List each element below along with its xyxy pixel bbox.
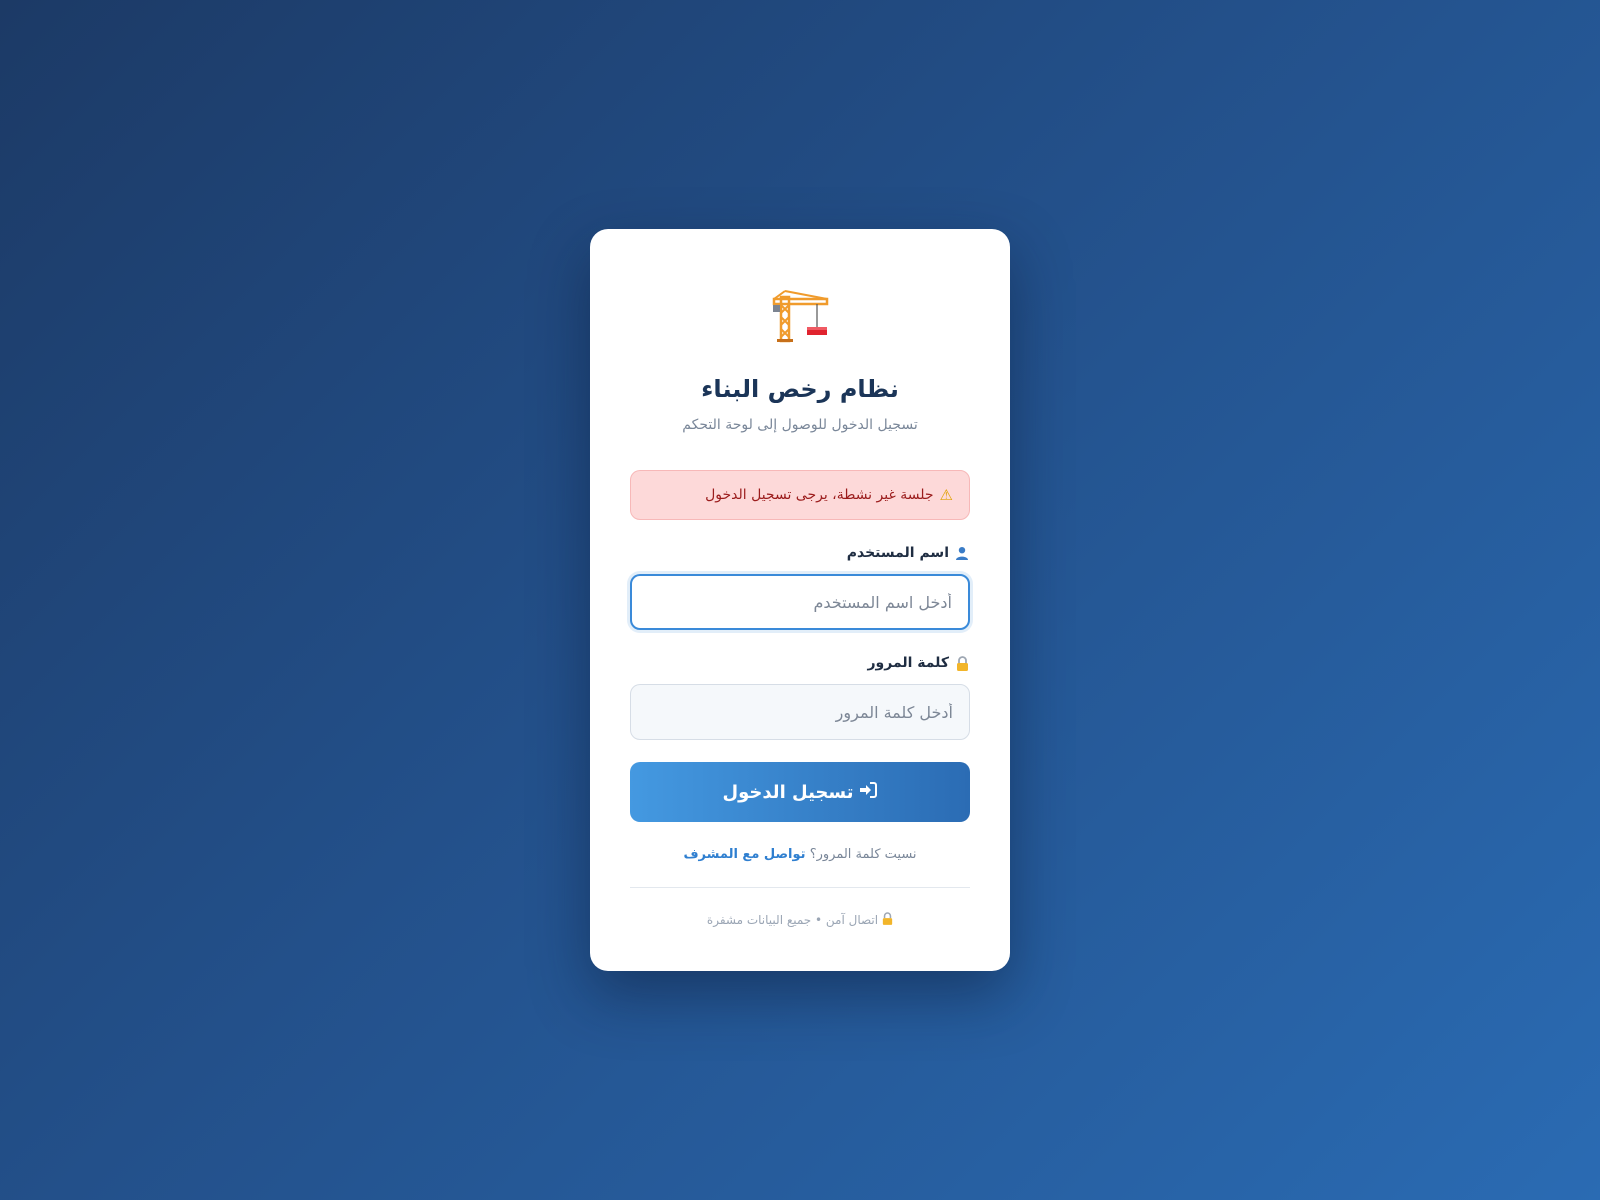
page-subtitle: تسجيل الدخول للوصول إلى لوحة التحكم: [682, 417, 918, 433]
forgot-password-text: نسيت كلمة المرور؟: [809, 847, 917, 862]
page-title: نظام رخص البناء: [701, 375, 899, 403]
username-input[interactable]: [630, 574, 970, 630]
alert-message: جلسة غير نشطة، يرجى تسجيل الدخول: [705, 487, 934, 503]
password-label: كلمة المرور: [630, 655, 970, 671]
session-alert: ⚠ جلسة غير نشطة، يرجى تسجيل الدخول: [630, 470, 970, 520]
logo: [590, 289, 1010, 347]
login-button[interactable]: تسجيل الدخول: [630, 762, 970, 822]
secure-connection-note: اتصال آمن • جميع البيانات مشفرة: [590, 912, 1010, 928]
lock-icon: [954, 655, 970, 671]
secure-text: اتصال آمن • جميع البيانات مشفرة: [706, 913, 879, 927]
sign-in-icon: [859, 781, 878, 803]
forgot-password-row: نسيت كلمة المرور؟ تواصل مع المشرف: [590, 847, 1010, 862]
password-input[interactable]: [630, 684, 970, 740]
contact-admin-link[interactable]: تواصل مع المشرف: [683, 847, 805, 862]
username-label: اسم المستخدم: [630, 545, 970, 561]
divider: [630, 887, 970, 888]
username-label-text: اسم المستخدم: [846, 545, 949, 561]
crane-icon: [771, 289, 829, 347]
lock-icon: [882, 912, 893, 928]
user-icon: [954, 545, 970, 561]
password-label-text: كلمة المرور: [867, 655, 949, 671]
login-card: نظام رخص البناء تسجيل الدخول للوصول إلى …: [590, 229, 1010, 971]
warning-icon: ⚠: [939, 486, 953, 504]
login-button-label: تسجيل الدخول: [722, 781, 854, 803]
